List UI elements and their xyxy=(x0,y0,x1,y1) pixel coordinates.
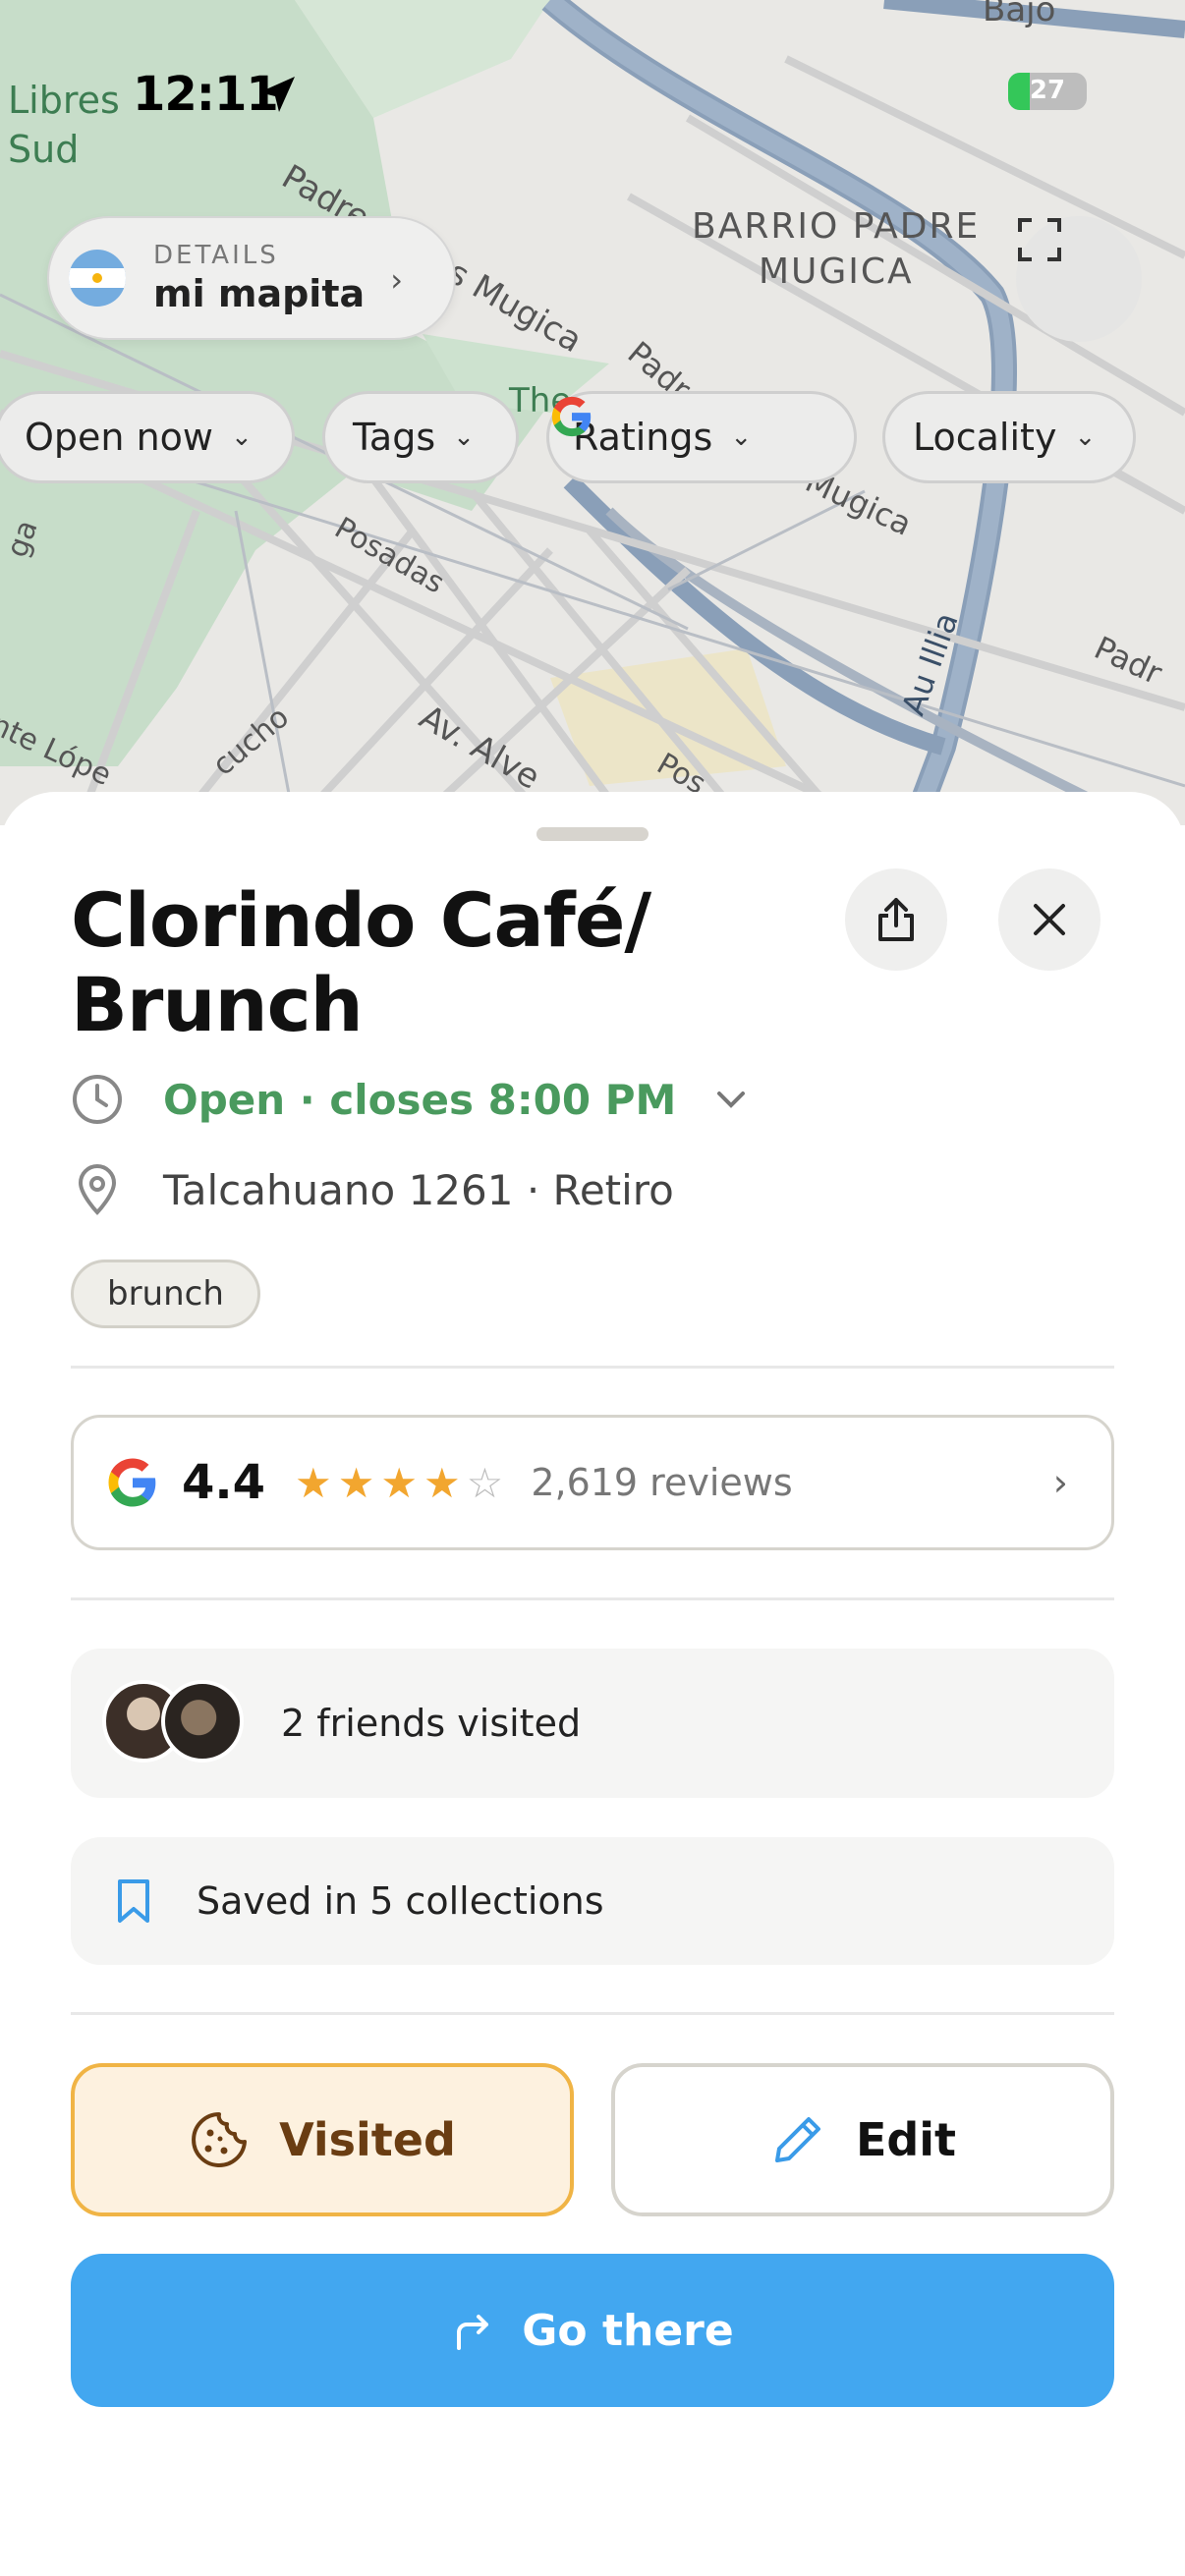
chevron-down-icon: ⌄ xyxy=(453,422,475,452)
place-title: Clorindo Café/ Brunch xyxy=(71,878,778,1047)
filter-tags[interactable]: Tags ⌄ xyxy=(322,391,519,483)
google-logo-icon xyxy=(551,396,592,437)
pencil-icon xyxy=(774,2117,820,2162)
tag-chip[interactable]: brunch xyxy=(71,1260,260,1328)
status-icons: 27 xyxy=(1008,73,1087,110)
google-rating-card[interactable]: 4.4 ★ ★ ★ ★ ☆ 2,619 reviews › xyxy=(71,1415,1114,1550)
filter-locality-label: Locality xyxy=(913,416,1057,459)
share-icon xyxy=(878,898,914,941)
map-label-barrio-1: BARRIO PADRE xyxy=(692,206,981,247)
chevron-down-icon xyxy=(717,1092,746,1108)
filter-open-now[interactable]: Open now ⌄ xyxy=(0,391,295,483)
map-label-barrio-2: MUGICA xyxy=(759,252,914,292)
place-title-line1: Clorindo Café/ xyxy=(71,876,651,964)
map-view[interactable]: Libres Sud Padre Carlos Mugica BARRIO PA… xyxy=(0,0,1185,825)
divider xyxy=(71,1597,1114,1600)
chevron-right-icon: › xyxy=(390,261,403,299)
chevron-down-icon: ⌄ xyxy=(1074,422,1097,452)
bookmark-icon xyxy=(118,1879,149,1923)
place-title-line2: Brunch xyxy=(71,961,364,1048)
edit-button[interactable]: Edit xyxy=(611,2063,1114,2216)
location-arrow-icon xyxy=(259,77,295,112)
rating-value: 4.4 xyxy=(182,1455,266,1510)
go-there-label: Go there xyxy=(522,2305,734,2356)
map-label-libres: Libres xyxy=(8,79,120,122)
fullscreen-icon xyxy=(1018,218,1061,261)
friends-visited-text: 2 friends visited xyxy=(281,1702,582,1745)
visited-button[interactable]: Visited xyxy=(71,2063,574,2216)
saved-collections-card[interactable]: Saved in 5 collections xyxy=(71,1837,1114,1965)
star-rating: ★ ★ ★ ★ ☆ xyxy=(295,1459,503,1507)
review-count: 2,619 reviews xyxy=(531,1461,793,1504)
hours-row[interactable]: Open · closes 8:00 PM xyxy=(71,1073,749,1126)
close-icon xyxy=(1034,904,1065,935)
address-text: Talcahuano 1261 · Retiro xyxy=(163,1165,674,1214)
visited-button-label: Visited xyxy=(279,2113,456,2166)
argentina-flag-icon xyxy=(69,250,126,307)
star-icon: ★ xyxy=(423,1458,461,1507)
star-icon: ★ xyxy=(295,1458,332,1507)
battery-level: 27 xyxy=(1029,76,1066,105)
star-icon: ★ xyxy=(380,1458,418,1507)
close-button[interactable] xyxy=(998,868,1100,971)
star-outline-icon: ☆ xyxy=(466,1458,504,1507)
address-row[interactable]: Talcahuano 1261 · Retiro xyxy=(71,1163,674,1216)
collection-pill-title: mi mapita xyxy=(153,272,366,315)
filter-open-now-label: Open now xyxy=(25,416,213,459)
chevron-down-icon: ⌄ xyxy=(730,422,753,452)
battery-indicator: 27 xyxy=(1008,73,1087,110)
edit-button-label: Edit xyxy=(855,2113,957,2166)
divider xyxy=(71,1366,1114,1369)
filter-ratings[interactable]: Ratings ⌄ xyxy=(546,391,857,483)
filter-locality[interactable]: Locality ⌄ xyxy=(882,391,1136,483)
chevron-down-icon: ⌄ xyxy=(231,422,253,452)
divider xyxy=(71,2012,1114,2015)
turn-right-arrow-icon xyxy=(457,2315,489,2350)
star-icon: ★ xyxy=(337,1458,375,1507)
filter-tags-label: Tags xyxy=(353,416,436,459)
collection-pill-subtitle: DETAILS xyxy=(153,241,279,270)
saved-collections-text: Saved in 5 collections xyxy=(197,1879,604,1923)
chevron-right-icon: › xyxy=(1052,1461,1068,1504)
clock-icon xyxy=(73,1075,122,1124)
place-details-sheet: Clorindo Café/ Brunch Open · closes 8:00… xyxy=(0,792,1185,2576)
expand-map-button[interactable] xyxy=(1016,216,1142,342)
friends-visited-card[interactable]: 2 friends visited xyxy=(71,1649,1114,1798)
sheet-grabber[interactable] xyxy=(536,827,649,841)
collection-details-pill[interactable]: DETAILS mi mapita › xyxy=(47,216,456,340)
location-pin-icon xyxy=(78,1164,117,1215)
share-button[interactable] xyxy=(845,868,947,971)
cookie-icon xyxy=(192,2112,248,2167)
filter-bar: Open now ⌄ Tags ⌄ Ratings ⌄ Locality ⌄ xyxy=(0,391,1185,483)
google-logo-icon xyxy=(108,1458,156,1507)
go-there-button[interactable]: Go there xyxy=(71,2254,1114,2407)
map-label-bajo: Bajo xyxy=(983,0,1056,29)
map-label-sud: Sud xyxy=(8,128,80,171)
hours-status: Open · closes 8:00 PM xyxy=(163,1075,677,1124)
friend-avatar xyxy=(161,1680,244,1763)
